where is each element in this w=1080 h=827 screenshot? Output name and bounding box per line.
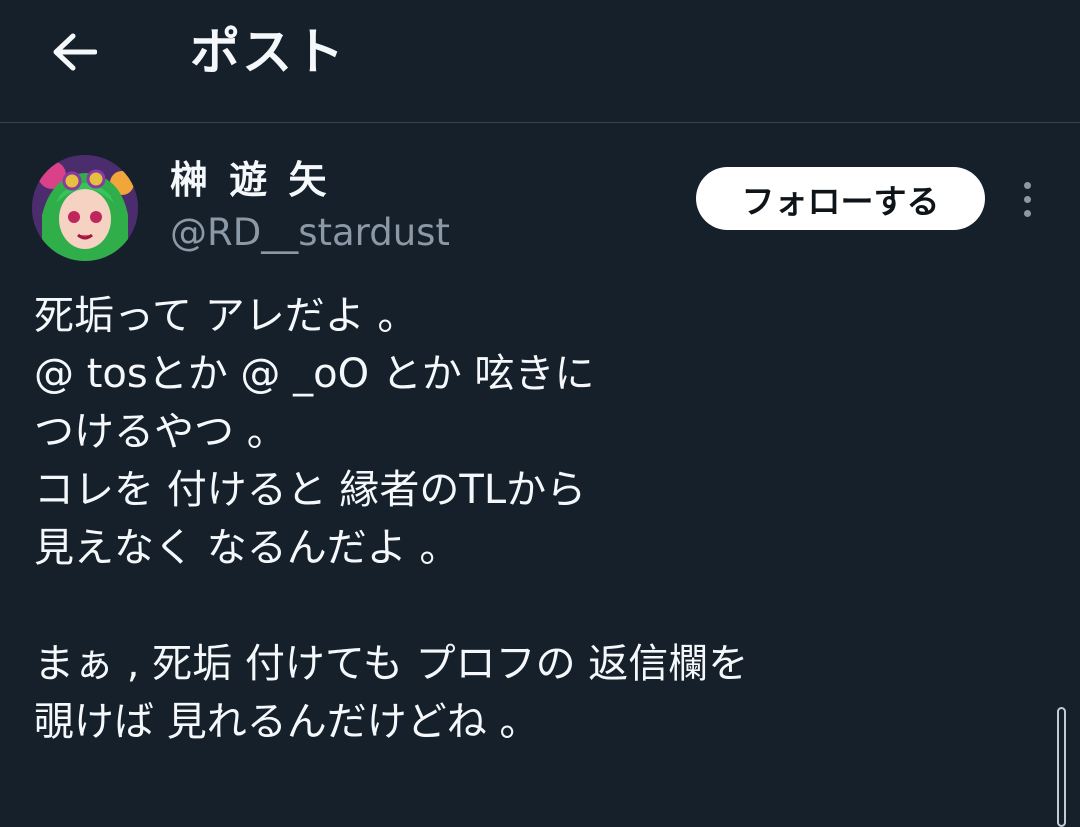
- more-vertical-icon: [1023, 181, 1031, 189]
- scrollbar[interactable]: [1057, 707, 1066, 827]
- tweet-line: [34, 577, 1034, 635]
- arrow-left-icon: [53, 33, 97, 71]
- author-handle[interactable]: @RD__stardust: [170, 210, 450, 256]
- avatar-illustration: [32, 155, 138, 261]
- back-button[interactable]: [44, 22, 104, 82]
- tweet-line: @ tosとか @ _oO とか 呟きに: [34, 351, 595, 397]
- tweet-text: 死垢って アレだよ 。 @ tosとか @ _oO とか 呟きに つけるやつ 。…: [34, 287, 1034, 751]
- tweet-line: 覗けば 見れるんだけどね 。: [34, 699, 540, 745]
- more-vertical-icon-dot: [1023, 209, 1031, 217]
- tweet-line: まぁ , 死垢 付けても プロフの 返信欄を: [34, 641, 749, 687]
- more-vertical-icon-dot: [1023, 195, 1031, 203]
- tweet-line: つけるやつ 。: [34, 409, 287, 455]
- top-app-bar: ポスト: [0, 0, 1080, 123]
- tweet-line: 見えなく なるんだよ 。: [34, 525, 460, 571]
- more-options-button[interactable]: [1006, 176, 1048, 222]
- page-title: ポスト: [190, 23, 346, 81]
- user-avatar[interactable]: [32, 155, 138, 261]
- author-display-name[interactable]: 榊 遊 矢: [170, 155, 330, 205]
- tweet-line: コレを 付けると 縁者のTLから: [34, 467, 587, 513]
- tweet-line: 死垢って アレだよ 。: [34, 293, 418, 339]
- follow-button[interactable]: フォローする: [696, 167, 985, 230]
